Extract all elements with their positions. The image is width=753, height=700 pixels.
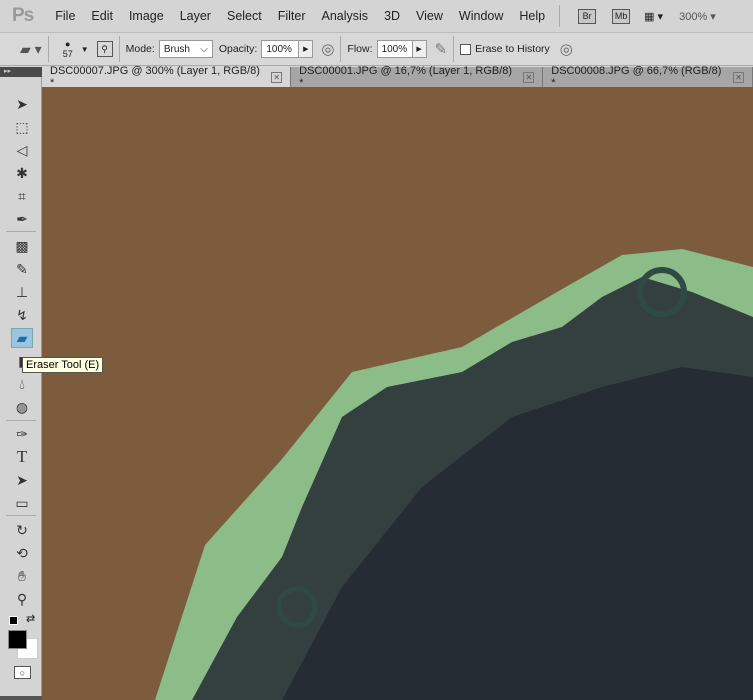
history-brush-tool-icon[interactable]: ↯	[11, 305, 33, 325]
divider	[118, 36, 120, 62]
brush-size: 57	[62, 49, 73, 59]
lasso-tool-icon[interactable]: ◁	[11, 140, 33, 160]
magic-wand-tool-icon[interactable]: ✱	[11, 163, 33, 183]
menu-select[interactable]: Select	[227, 9, 262, 23]
airbrush-icon[interactable]: ✎	[435, 40, 448, 58]
clone-stamp-tool-icon[interactable]: ⊥	[11, 282, 33, 302]
tab-label: DSC00007.JPG @ 300% (Layer 1, RGB/8) *	[50, 65, 260, 89]
document-tabs: DSC00007.JPG @ 300% (Layer 1, RGB/8) * ✕ …	[42, 65, 753, 89]
tablet-pressure-icon[interactable]: ◎	[560, 40, 573, 58]
menu-layer[interactable]: Layer	[180, 9, 211, 23]
eraser-tool-icon[interactable]: ▰	[11, 328, 33, 348]
flow-slider-arrow[interactable]: ▶	[412, 40, 427, 58]
menu-bar: Ps File Edit Image Layer Select Filter A…	[0, 0, 753, 33]
eyedropper-tool-icon[interactable]: ✒	[11, 209, 33, 229]
divider	[340, 36, 342, 62]
menu-edit[interactable]: Edit	[91, 9, 113, 23]
blur-tool-icon[interactable]: 💧︎	[11, 374, 33, 394]
tab-label: DSC00008.JPG @ 66,7% (RGB/8) *	[551, 65, 722, 89]
zoom-tool-icon[interactable]: ⚲	[11, 589, 33, 609]
toolbox-header[interactable]: ▸▸	[0, 67, 42, 77]
document-canvas[interactable]	[42, 87, 753, 700]
crop-tool-icon[interactable]: ⌗	[11, 186, 33, 206]
erase-to-history-label: Erase to History	[475, 43, 550, 55]
zoom-level: 300%	[679, 10, 708, 23]
mode-select[interactable]: Brush ⌵	[158, 40, 213, 58]
marquee-tool-icon[interactable]: ⬚	[11, 117, 33, 137]
default-colors-icon[interactable]	[9, 616, 18, 625]
divider	[6, 231, 36, 232]
menu-3d[interactable]: 3D	[384, 9, 400, 23]
mode-value: Brush	[163, 43, 190, 55]
mode-label: Mode:	[125, 43, 155, 55]
shape-tool-icon[interactable]: ▭	[11, 493, 33, 513]
close-icon[interactable]: ✕	[733, 71, 744, 83]
brush-dropdown-arrow[interactable]: ▼	[81, 45, 89, 54]
path-selection-tool-icon[interactable]: ➤	[11, 470, 33, 490]
type-tool-icon[interactable]: T	[11, 447, 33, 467]
menu-help[interactable]: Help	[519, 9, 545, 23]
erase-to-history-checkbox[interactable]	[460, 43, 472, 55]
menu-view[interactable]: View	[416, 9, 443, 23]
divider	[47, 36, 49, 62]
tab-label: DSC00001.JPG @ 16,7% (Layer 1, RGB/8) *	[299, 65, 513, 89]
tab-dsc00001[interactable]: DSC00001.JPG @ 16,7% (Layer 1, RGB/8) * ✕	[291, 65, 544, 89]
brush-picker[interactable]: ● 57	[63, 39, 73, 59]
3d-rotate-tool-icon[interactable]: ↻	[11, 520, 33, 540]
brush-tool-icon[interactable]: ✎	[11, 259, 33, 279]
toolbox: ➤ ⬚ ◁ ✱ ⌗ ✒ ▩ ✎ ⊥ ↯ ▰ ▮ 💧︎ ◍ ✑ T ➤ ▭ ↻ ⟲…	[0, 77, 42, 700]
toolbox-footer	[0, 696, 42, 700]
mini-bridge-button[interactable]: Mb	[612, 8, 631, 24]
tooltip: Eraser Tool (E)	[22, 357, 104, 373]
3d-orbit-tool-icon[interactable]: ⟲	[11, 543, 33, 563]
menu-analysis[interactable]: Analysis	[322, 9, 369, 23]
bridge-button[interactable]: Br	[578, 8, 597, 24]
divider	[559, 5, 561, 27]
tab-dsc00007[interactable]: DSC00007.JPG @ 300% (Layer 1, RGB/8) * ✕	[42, 65, 292, 89]
move-tool-icon[interactable]: ➤	[11, 94, 33, 114]
zoom-level-dropdown[interactable]: 300% ▾	[679, 10, 716, 23]
photoshop-logo: Ps	[12, 5, 34, 26]
close-icon[interactable]: ✕	[523, 71, 535, 83]
menu-file[interactable]: File	[55, 9, 75, 23]
healing-brush-tool-icon[interactable]: ▩	[11, 236, 33, 256]
swap-colors-icon[interactable]: ⇄	[26, 612, 35, 625]
tab-dsc00008[interactable]: DSC00008.JPG @ 66,7% (RGB/8) * ✕	[543, 65, 753, 89]
opacity-slider-arrow[interactable]: ▶	[299, 40, 314, 58]
options-bar: ▰ ▾ ● 57 ▼ ⚲ Mode: Brush ⌵ Opacity: 100% ▶ …	[0, 33, 753, 66]
airbrush-opacity-icon[interactable]: ◎	[321, 40, 334, 58]
divider	[453, 36, 455, 62]
chevron-down-icon: ⌵	[200, 43, 208, 55]
opacity-label: Opacity:	[218, 43, 258, 55]
brush-dot-icon: ●	[64, 39, 71, 49]
brush-panel-icon[interactable]: ⚲	[96, 41, 113, 57]
menu-image[interactable]: Image	[129, 9, 164, 23]
divider	[6, 420, 36, 421]
image-content	[155, 249, 753, 700]
opacity-input[interactable]: 100%	[261, 40, 300, 58]
foreground-color-swatch[interactable]	[8, 630, 27, 649]
pen-tool-icon[interactable]: ✑	[11, 424, 33, 444]
flow-input[interactable]: 100%	[376, 40, 413, 58]
screen-mode-button[interactable]: ▦ ▾	[644, 10, 663, 23]
eraser-preset-icon[interactable]: ▰ ▾	[20, 41, 42, 58]
hand-tool-icon[interactable]: ✋︎	[11, 566, 33, 586]
dodge-tool-icon[interactable]: ◍	[11, 397, 33, 417]
menu-window[interactable]: Window	[459, 9, 503, 23]
close-icon[interactable]: ✕	[271, 71, 283, 83]
flow-label: Flow:	[347, 43, 373, 55]
divider	[6, 515, 36, 516]
menu-filter[interactable]: Filter	[278, 9, 306, 23]
quick-mask-button[interactable]: ○	[14, 666, 31, 679]
